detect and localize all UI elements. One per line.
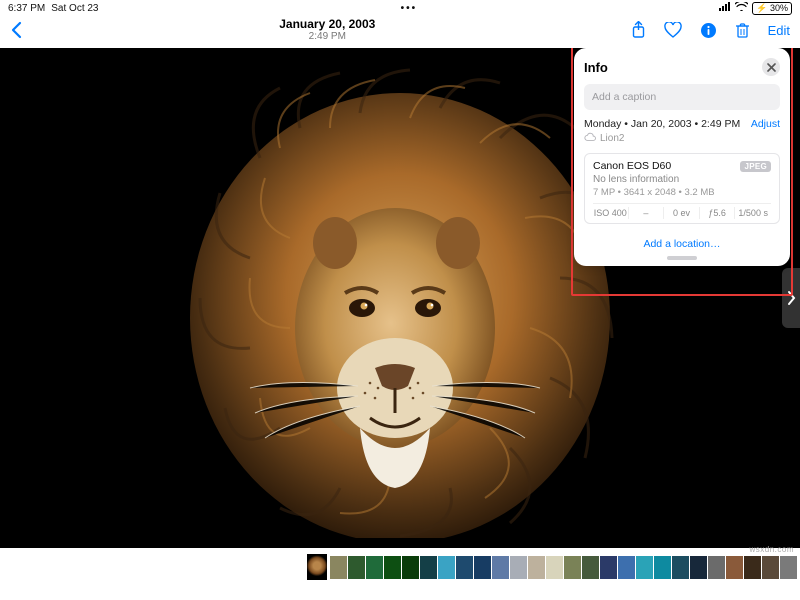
edit-button[interactable]: Edit bbox=[768, 23, 790, 38]
exif-ev: 0 ev bbox=[664, 207, 700, 219]
thumbnail[interactable] bbox=[726, 556, 743, 579]
thumbnail[interactable] bbox=[492, 556, 509, 579]
thumbnail[interactable] bbox=[636, 556, 653, 579]
thumbnail[interactable] bbox=[690, 556, 707, 579]
exif-shutter: 1/500 s bbox=[735, 207, 771, 219]
info-button[interactable] bbox=[700, 22, 717, 39]
delete-button[interactable] bbox=[735, 22, 750, 39]
exif-aperture: ƒ5.6 bbox=[700, 207, 736, 219]
photo-filename: Lion2 bbox=[600, 133, 624, 144]
share-button[interactable] bbox=[631, 21, 646, 39]
thumbnail[interactable] bbox=[384, 556, 401, 579]
thumbnail[interactable] bbox=[546, 556, 563, 579]
thumbnail[interactable] bbox=[366, 556, 383, 579]
wifi-icon bbox=[735, 2, 748, 14]
thumbnail[interactable] bbox=[330, 556, 347, 579]
thumbnail[interactable] bbox=[528, 556, 545, 579]
thumbnail[interactable] bbox=[582, 556, 599, 579]
thumbnail[interactable] bbox=[456, 556, 473, 579]
signal-icon bbox=[719, 2, 731, 14]
format-badge: JPEG bbox=[740, 161, 771, 172]
info-close-button[interactable] bbox=[762, 58, 780, 76]
favorite-button[interactable] bbox=[664, 22, 682, 38]
thumbnail[interactable] bbox=[420, 556, 437, 579]
watermark: wsxdn.com bbox=[749, 545, 794, 554]
thumbnail[interactable] bbox=[618, 556, 635, 579]
nav-title-group: January 20, 2003 2:49 PM bbox=[24, 18, 631, 42]
camera-model: Canon EOS D60 bbox=[593, 160, 671, 172]
thumbnail[interactable] bbox=[762, 556, 779, 579]
thumbnail[interactable] bbox=[600, 556, 617, 579]
thumbnail[interactable] bbox=[510, 556, 527, 579]
battery-indicator: ⚡ 30% bbox=[752, 2, 792, 15]
status-multitask-dots: ••• bbox=[99, 3, 720, 14]
thumbnail-strip[interactable] bbox=[0, 548, 800, 590]
status-date: Sat Oct 23 bbox=[51, 3, 98, 14]
thumbnail[interactable] bbox=[672, 556, 689, 579]
next-photo-tab[interactable] bbox=[782, 268, 800, 328]
thumbnail[interactable] bbox=[564, 556, 581, 579]
info-panel: Info Add a caption Monday • Jan 20, 2003… bbox=[574, 48, 790, 266]
thumbnail-selected[interactable] bbox=[307, 554, 327, 580]
panel-grabber[interactable] bbox=[667, 256, 697, 260]
thumbnail[interactable] bbox=[438, 556, 455, 579]
thumbnail[interactable] bbox=[744, 556, 761, 579]
photo-viewport[interactable]: Info Add a caption Monday • Jan 20, 2003… bbox=[0, 48, 800, 548]
image-specs: 7 MP • 3641 x 2048 • 3.2 MB bbox=[593, 187, 771, 198]
lens-info: No lens information bbox=[593, 174, 771, 185]
thumbnail[interactable] bbox=[780, 556, 797, 579]
exif-focal: – bbox=[629, 207, 665, 219]
thumbnail[interactable] bbox=[402, 556, 419, 579]
thumbnail[interactable] bbox=[654, 556, 671, 579]
thumbnail[interactable] bbox=[348, 556, 365, 579]
nav-subtitle: 2:49 PM bbox=[309, 31, 346, 42]
status-time: 6:37 PM bbox=[8, 3, 45, 14]
info-title: Info bbox=[584, 60, 608, 75]
thumbnail[interactable] bbox=[474, 556, 491, 579]
adjust-date-button[interactable]: Adjust bbox=[751, 118, 780, 130]
photo-datetime: Monday • Jan 20, 2003 • 2:49 PM bbox=[584, 118, 740, 130]
exif-card: Canon EOS D60 JPEG No lens information 7… bbox=[584, 153, 780, 224]
thumbnail[interactable] bbox=[708, 556, 725, 579]
cloud-icon bbox=[584, 132, 596, 145]
add-location-button[interactable]: Add a location… bbox=[584, 232, 780, 254]
caption-input[interactable]: Add a caption bbox=[584, 84, 780, 110]
back-button[interactable] bbox=[10, 21, 24, 39]
exif-iso: ISO 400 bbox=[593, 207, 629, 219]
photo-content-lion bbox=[180, 68, 620, 538]
nav-title: January 20, 2003 bbox=[279, 18, 375, 31]
